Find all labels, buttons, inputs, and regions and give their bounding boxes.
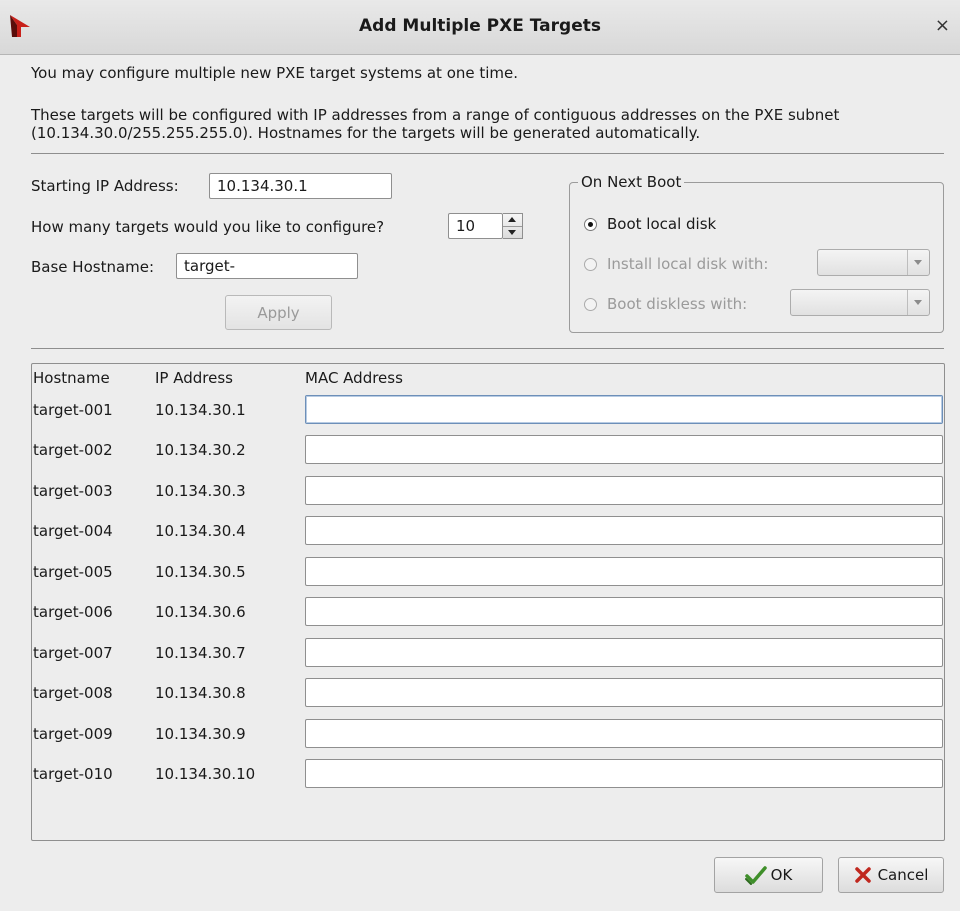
- table-row: target-009 10.134.30.9: [31, 719, 944, 750]
- hostname-cell: target-001: [33, 401, 113, 419]
- mac-address-input[interactable]: [305, 557, 943, 586]
- mac-address-input[interactable]: [305, 638, 943, 667]
- ip-cell: 10.134.30.10: [155, 765, 256, 783]
- ok-label: OK: [770, 866, 793, 884]
- title-bar: Add Multiple PXE Targets ×: [0, 0, 960, 55]
- spinner-up-button[interactable]: [503, 214, 522, 227]
- start-ip-input[interactable]: [209, 173, 392, 199]
- checkmark-icon: [744, 866, 767, 885]
- radio-boot-local-disk[interactable]: Boot local disk: [584, 215, 716, 233]
- table-row: target-004 10.134.30.4: [31, 516, 944, 547]
- separator: [31, 348, 944, 349]
- dropdown-arrow-icon: [907, 250, 929, 275]
- window-title: Add Multiple PXE Targets: [359, 16, 601, 36]
- dropdown-arrow-icon: [907, 290, 929, 315]
- radio-label: Install local disk with:: [607, 255, 769, 273]
- target-count-spinner[interactable]: [448, 213, 503, 239]
- table-row: target-006 10.134.30.6: [31, 597, 944, 628]
- table-row: target-007 10.134.30.7: [31, 638, 944, 669]
- ok-button[interactable]: OK: [714, 857, 823, 893]
- ip-cell: 10.134.30.6: [155, 603, 246, 621]
- hostname-cell: target-010: [33, 765, 113, 783]
- chevron-up-icon: [508, 217, 516, 222]
- hostname-cell: target-004: [33, 522, 113, 540]
- on-next-boot-title: On Next Boot: [578, 173, 685, 191]
- radio-button[interactable]: [584, 257, 597, 271]
- table-row: target-010 10.134.30.10: [31, 759, 944, 790]
- ip-cell: 10.134.30.1: [155, 401, 246, 419]
- radio-boot-diskless[interactable]: Boot diskless with:: [584, 295, 747, 313]
- hostname-cell: target-003: [33, 482, 113, 500]
- table-row: target-008 10.134.30.8: [31, 678, 944, 709]
- radio-button[interactable]: [584, 217, 597, 231]
- ip-cell: 10.134.30.5: [155, 563, 246, 581]
- spinner-down-button[interactable]: [503, 227, 522, 239]
- diskless-image-select[interactable]: [790, 289, 930, 316]
- hostname-cell: target-002: [33, 441, 113, 459]
- close-icon[interactable]: ×: [935, 15, 950, 36]
- mac-address-input[interactable]: [305, 678, 943, 707]
- start-ip-label: Starting IP Address:: [31, 177, 179, 195]
- target-count-label: How many targets would you like to confi…: [31, 218, 385, 236]
- radio-label: Boot diskless with:: [607, 295, 748, 313]
- ip-cell: 10.134.30.4: [155, 522, 246, 540]
- cancel-label: Cancel: [877, 866, 929, 884]
- mac-address-input[interactable]: [305, 759, 943, 788]
- radio-label: Boot local disk: [607, 215, 717, 233]
- mac-address-input[interactable]: [305, 516, 943, 545]
- separator: [31, 153, 944, 154]
- hostname-cell: target-008: [33, 684, 113, 702]
- mac-address-input[interactable]: [305, 719, 943, 748]
- table-row: target-003 10.134.30.3: [31, 476, 944, 507]
- table-row: target-005 10.134.30.5: [31, 557, 944, 588]
- hostname-cell: target-009: [33, 725, 113, 743]
- radio-install-local-disk[interactable]: Install local disk with:: [584, 255, 768, 273]
- radio-button[interactable]: [584, 297, 597, 311]
- column-header-mac: MAC Address: [305, 369, 403, 387]
- hostname-cell: target-006: [33, 603, 113, 621]
- mac-address-input[interactable]: [305, 395, 943, 424]
- ip-cell: 10.134.30.3: [155, 482, 246, 500]
- apply-button[interactable]: Apply: [225, 295, 332, 330]
- cancel-button[interactable]: Cancel: [838, 857, 944, 893]
- ip-cell: 10.134.30.7: [155, 644, 246, 662]
- ip-cell: 10.134.30.8: [155, 684, 246, 702]
- base-hostname-input[interactable]: [176, 253, 358, 279]
- hostname-cell: target-005: [33, 563, 113, 581]
- install-image-select[interactable]: [817, 249, 930, 276]
- chevron-down-icon: [508, 230, 516, 235]
- column-header-hostname: Hostname: [33, 369, 110, 387]
- mac-address-input[interactable]: [305, 597, 943, 626]
- ip-cell: 10.134.30.2: [155, 441, 246, 459]
- ip-cell: 10.134.30.9: [155, 725, 246, 743]
- column-header-ip: IP Address: [155, 369, 233, 387]
- hostname-cell: target-007: [33, 644, 113, 662]
- mac-address-input[interactable]: [305, 476, 943, 505]
- intro-text: You may configure multiple new PXE targe…: [31, 64, 519, 82]
- cancel-x-icon: [854, 867, 871, 883]
- intro-description: These targets will be configured with IP…: [31, 106, 840, 142]
- spinner-arrows: [503, 213, 523, 239]
- mac-address-input[interactable]: [305, 435, 943, 464]
- table-row: target-001 10.134.30.1: [31, 395, 944, 426]
- table-row: target-002 10.134.30.2: [31, 435, 944, 466]
- base-hostname-label: Base Hostname:: [31, 258, 155, 276]
